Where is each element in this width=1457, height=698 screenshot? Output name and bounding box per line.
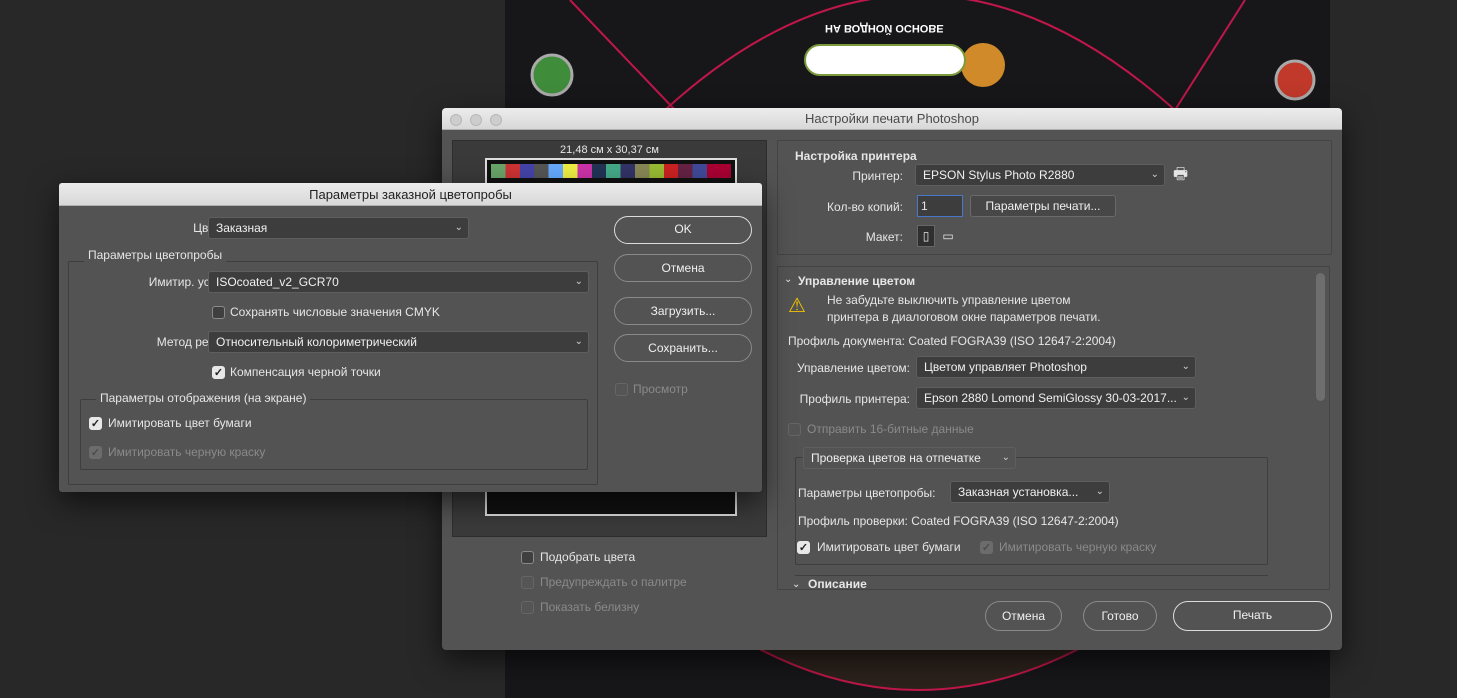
simulate-paper-checkbox[interactable]: ✓	[797, 541, 810, 554]
zoom-window-button[interactable]	[490, 114, 502, 126]
warning-icon: ⚠	[788, 295, 806, 317]
preserve-cmyk-label: Сохранять числовые значения CMYK	[230, 305, 440, 319]
color-management-section: ⌄ Управление цветом ⚠ Не забудьте выключ…	[777, 266, 1330, 590]
gamut-warning-label: Предупреждать о палитре	[540, 575, 687, 589]
proof-conditions-title: Параметры цветопробы	[84, 248, 227, 262]
color-handling-value: Цветом управляет Photoshop	[924, 360, 1087, 374]
ok-button[interactable]: OK	[614, 216, 752, 244]
artwork-headline: НА ВОДНОЙ ОСНОВЕ	[825, 22, 944, 34]
printer-profile-select[interactable]: Epson 2880 Lomond SemiGlossy 30-03-2017.…	[916, 387, 1196, 409]
printer-setup-heading: Настройка принтера	[795, 149, 917, 163]
color-handling-select[interactable]: Цветом управляет Photoshop ⌄	[916, 356, 1196, 378]
printer-profile-label: Профиль принтера:	[799, 392, 910, 406]
paper-white-checkbox[interactable]	[521, 601, 534, 614]
load-button[interactable]: Загрузить...	[614, 297, 752, 325]
proof-setup-value: Заказная установка...	[958, 485, 1079, 499]
close-window-button[interactable]	[450, 114, 462, 126]
printer-add-icon[interactable]: 🖶	[1173, 163, 1188, 190]
save-button[interactable]: Сохранить...	[614, 334, 752, 362]
black-point-checkbox[interactable]: ✓	[212, 366, 225, 379]
cancel-button[interactable]: Отмена	[614, 254, 752, 282]
custom-proof-dialog: Параметры заказной цветопробы Цветопроба…	[59, 183, 762, 492]
simulate-paper-label: Имитировать цвет бумаги	[817, 540, 961, 554]
printer-setup-section: Настройка принтера Принтер: EPSON Stylus…	[777, 140, 1332, 255]
intent-value: Относительный колориметрический	[216, 335, 417, 349]
printer-value: EPSON Stylus Photo R2880	[923, 168, 1075, 182]
landscape-layout-icon[interactable]: ▭	[939, 227, 957, 245]
chevron-down-icon: ⌄	[1181, 361, 1190, 372]
proof-setup-label: Параметры цветопробы:	[798, 486, 936, 500]
proof-value: Заказная	[216, 221, 268, 235]
send-16bit-label: Отправить 16-битные данные	[807, 422, 974, 436]
chevron-down-icon: ⌄	[1150, 169, 1159, 180]
simulate-black-checkbox[interactable]: ✓	[89, 446, 102, 459]
match-colors-checkbox[interactable]	[521, 551, 534, 564]
chevron-down-icon: ⌄	[574, 276, 583, 287]
color-management-heading: Управление цветом	[798, 274, 916, 288]
simulate-black-checkbox[interactable]: ✓	[980, 541, 993, 554]
dialog-title: Настройки печати Photoshop	[805, 111, 979, 126]
document-profile: Профиль документа: Coated FOGRA39 (ISO 1…	[788, 334, 1116, 348]
preserve-cmyk-checkbox[interactable]	[212, 306, 225, 319]
title-bar: Настройки печати Photoshop	[442, 108, 1342, 130]
chevron-down-icon: ⌄	[1001, 452, 1010, 463]
send-16bit-checkbox[interactable]	[788, 423, 801, 436]
proof-setup-select[interactable]: Заказная установка... ⌄	[950, 481, 1110, 503]
intent-select[interactable]: Относительный колориметрический ⌄	[208, 331, 589, 353]
chevron-down-icon: ⌄	[1181, 392, 1190, 403]
gamut-warning-checkbox[interactable]	[521, 576, 534, 589]
simulate-paper-label: Имитировать цвет бумаги	[108, 416, 252, 430]
copies-input[interactable]: 1	[917, 195, 963, 217]
match-colors-label: Подобрать цвета	[540, 550, 636, 564]
color-bar	[491, 164, 731, 178]
copies-label: Кол-во копий:	[827, 200, 903, 214]
printer-select[interactable]: EPSON Stylus Photo R2880 ⌄	[915, 164, 1165, 186]
warning-text-line1: Не забудьте выключить управление цветом	[827, 293, 1071, 307]
warning-text-line2: принтера в диалоговом окне параметров пе…	[827, 310, 1101, 324]
chevron-down-icon: ⌄	[454, 222, 463, 233]
simulate-black-label: Имитировать черную краску	[999, 540, 1157, 554]
chevron-down-icon[interactable]: ⌄	[784, 274, 792, 285]
divider	[795, 575, 1268, 576]
paper-white-label: Показать белизну	[540, 600, 640, 614]
printer-profile-value: Epson 2880 Lomond SemiGlossy 30-03-2017.…	[924, 391, 1177, 405]
proof-select[interactable]: Заказная ⌄	[208, 217, 469, 239]
proof-mode-select[interactable]: Проверка цветов на отпечатке ⌄	[803, 447, 1016, 469]
description-heading[interactable]: Описание	[808, 577, 867, 589]
black-point-label: Компенсация черной точки	[230, 365, 381, 379]
simulate-paper-checkbox[interactable]: ✓	[89, 417, 102, 430]
display-options-group	[80, 399, 588, 470]
color-handling-label: Управление цветом:	[796, 361, 910, 375]
done-button[interactable]: Готово	[1083, 601, 1157, 631]
paper-size-label: 21,48 см x 30,37 см	[560, 144, 659, 156]
portrait-layout-icon[interactable]: ▯	[917, 225, 935, 247]
display-options-title: Параметры отображения (на экране)	[96, 391, 311, 405]
simulate-black-label: Имитировать черную краску	[108, 445, 266, 459]
chevron-down-icon: ⌄	[1095, 486, 1104, 497]
cancel-button[interactable]: Отмена	[985, 601, 1062, 631]
proof-profile: Профиль проверки: Coated FOGRA39 (ISO 12…	[798, 514, 1119, 528]
dialog-title: Параметры заказной цветопробы	[59, 183, 762, 206]
print-settings-button[interactable]: Параметры печати...	[970, 195, 1116, 217]
proof-mode-value: Проверка цветов на отпечатке	[811, 451, 981, 465]
chevron-down-icon[interactable]: ⌄	[792, 579, 800, 589]
preview-checkbox[interactable]	[615, 383, 628, 396]
layout-label: Макет:	[865, 230, 903, 244]
chevron-down-icon: ⌄	[574, 336, 583, 347]
printer-label: Принтер:	[852, 169, 903, 183]
scrollbar[interactable]	[1316, 273, 1325, 401]
print-button[interactable]: Печать	[1173, 601, 1332, 631]
device-select[interactable]: ISOcoated_v2_GCR70 ⌄	[208, 271, 589, 293]
device-value: ISOcoated_v2_GCR70	[216, 275, 339, 289]
preview-label: Просмотр	[633, 382, 688, 396]
minimize-window-button[interactable]	[470, 114, 482, 126]
